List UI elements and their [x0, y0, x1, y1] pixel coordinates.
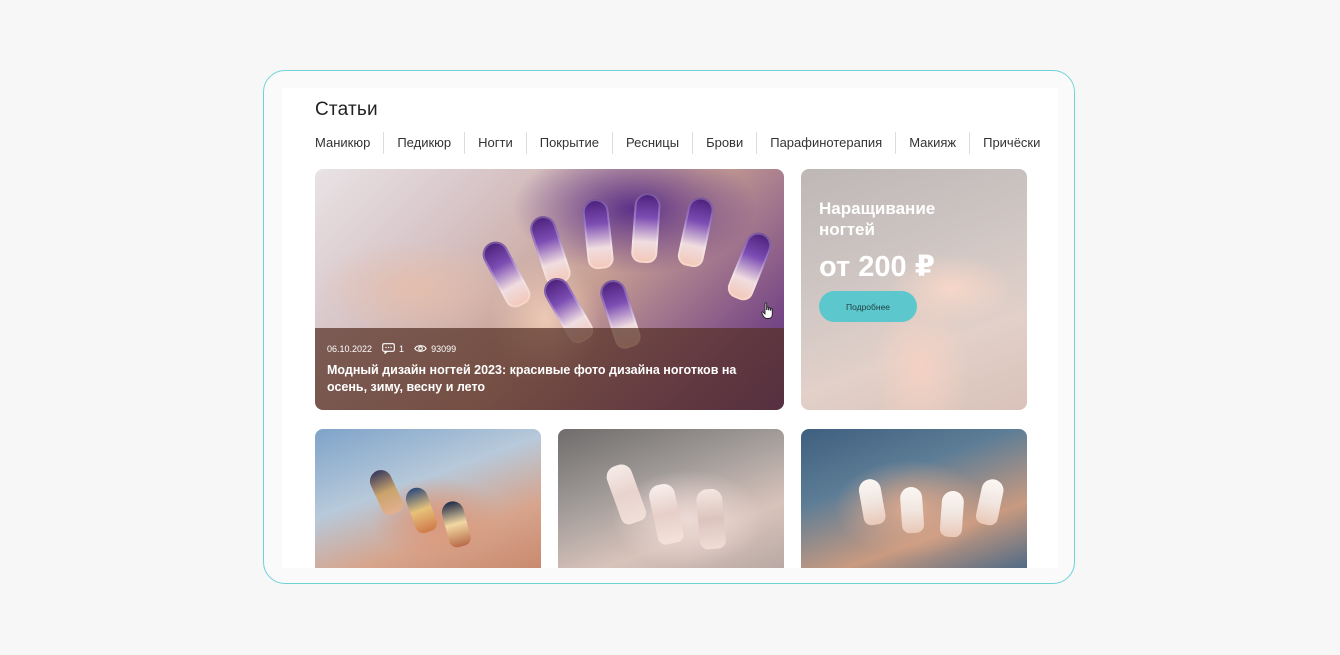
featured-article-image — [478, 187, 776, 352]
article-date: 06.10.2022 — [327, 343, 373, 354]
promo-card[interactable]: Наращивание ногтей от 200 ₽ Подробнее — [801, 169, 1027, 410]
tab-pedicure[interactable]: Педикюр — [383, 132, 464, 154]
promo-price: от 200 ₽ — [819, 251, 935, 283]
comments-count: 1 — [382, 343, 404, 354]
category-tabs: Маникюр Педикюр Ногти Покрытие Ресницы Б… — [315, 131, 1053, 155]
tab-makeup[interactable]: Макияж — [895, 132, 969, 154]
tab-hairstyles[interactable]: Причёски — [969, 132, 1053, 154]
tab-manicure[interactable]: Маникюр — [315, 132, 383, 154]
section-title: Статьи — [315, 99, 378, 120]
browser-frame: Статьи Маникюр Педикюр Ногти Покрытие Ре… — [263, 70, 1075, 584]
comment-icon — [382, 343, 395, 354]
promo-title: Наращивание ногтей — [819, 199, 936, 239]
article-card-2[interactable] — [558, 429, 784, 568]
page-background: Статьи Маникюр Педикюр Ногти Покрытие Ре… — [0, 0, 1340, 655]
tab-paraffin-therapy[interactable]: Парафинотерапия — [756, 132, 895, 154]
article-card-3[interactable] — [801, 429, 1027, 568]
comments-count-value: 1 — [399, 343, 405, 354]
featured-article-meta: 06.10.2022 1 93099 — [327, 343, 466, 354]
eye-icon — [414, 345, 427, 352]
hand-pointer-icon — [761, 302, 773, 319]
tab-coating[interactable]: Покрытие — [525, 132, 612, 154]
article-card-1[interactable] — [315, 429, 541, 568]
tab-nails[interactable]: Ногти — [464, 132, 526, 154]
views-count-value: 93099 — [431, 343, 457, 354]
views-count: 93099 — [414, 344, 456, 354]
promo-details-button[interactable]: Подробнее — [819, 291, 917, 322]
tab-eyelashes[interactable]: Ресницы — [612, 132, 692, 154]
articles-panel: Статьи Маникюр Педикюр Ногти Покрытие Ре… — [282, 88, 1058, 568]
tab-eyebrows[interactable]: Брови — [692, 132, 756, 154]
featured-article-title[interactable]: Модный дизайн ногтей 2023: красивые фото… — [327, 362, 772, 396]
featured-article-card[interactable]: 06.10.2022 1 93099 Модный дизайн ногтей … — [315, 169, 784, 410]
